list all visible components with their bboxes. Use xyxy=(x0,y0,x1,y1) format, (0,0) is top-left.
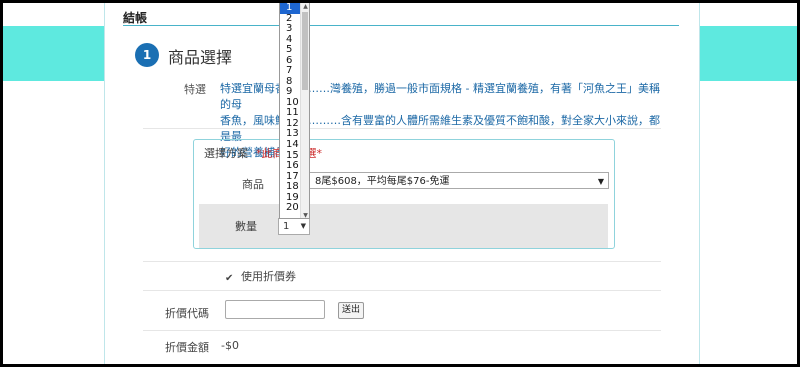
send-button[interactable]: 送出 xyxy=(338,302,364,319)
quantity-label: 數量 xyxy=(235,220,257,233)
section-divider xyxy=(143,290,661,291)
quantity-option[interactable]: 20 xyxy=(280,203,301,214)
discount-code-input[interactable] xyxy=(225,300,325,319)
use-coupon-checkbox[interactable]: ✔ xyxy=(225,274,235,284)
page-frame: 結帳 1 商品選擇 特選 特選宜蘭母香…………灣養殖，勝過一般市面規格 - 精選… xyxy=(3,3,797,364)
plan-selection-box: 選擇方案 *此商……選* 商品 8尾$608，平均每尾$76-免運 ▼ 數量 1… xyxy=(193,139,615,249)
quantity-option[interactable]: 1 xyxy=(280,3,301,14)
use-coupon-row[interactable]: ✔ 使用折價券 xyxy=(225,268,296,284)
step-title: 商品選擇 xyxy=(168,48,233,67)
quantity-option[interactable]: 14 xyxy=(280,139,301,151)
section-divider xyxy=(143,128,661,129)
feature-label: 特選 xyxy=(184,83,206,96)
title-divider xyxy=(123,25,679,26)
chevron-down-icon: ▼ xyxy=(300,222,306,230)
scroll-up-icon[interactable]: ▲ xyxy=(301,3,309,10)
discount-amount-value: -$0 xyxy=(221,339,239,352)
discount-amount-label: 折價金額 xyxy=(165,341,209,354)
section-divider xyxy=(143,261,661,262)
discount-code-label: 折價代碼 xyxy=(165,307,209,320)
dropdown-scrollbar[interactable]: ▲ ▼ xyxy=(300,3,309,218)
quantity-option[interactable]: 16 xyxy=(280,161,301,172)
section-divider xyxy=(143,330,661,331)
chevron-down-icon: ▼ xyxy=(597,177,604,186)
checkout-title: 結帳 xyxy=(123,11,148,25)
quantity-select-value: 1 xyxy=(283,221,290,232)
step-number-badge: 1 xyxy=(135,43,159,67)
product-label: 商品 xyxy=(242,178,264,191)
scroll-down-icon[interactable]: ▼ xyxy=(301,212,309,218)
quantity-select[interactable]: 1 ▼ xyxy=(278,218,310,235)
plan-label: 選擇方案 xyxy=(204,147,248,160)
checkout-panel: 結帳 1 商品選擇 特選 特選宜蘭母香…………灣養殖，勝過一般市面規格 - 精選… xyxy=(104,3,700,364)
scrollbar-thumb[interactable] xyxy=(302,12,308,90)
use-coupon-label: 使用折價券 xyxy=(241,270,296,283)
product-select-value: 8尾$608，平均每尾$76-免運 xyxy=(315,176,450,187)
quantity-dropdown-list[interactable]: 1 2 3 4 5 6 7 8 9 10 11 12 13 14 15 16 17 18 19 20 ▲ ▼ xyxy=(279,3,310,219)
product-select[interactable]: 8尾$608，平均每尾$76-免運 ▼ xyxy=(280,172,609,189)
quantity-row: 數量 1 ▼ xyxy=(199,204,608,248)
